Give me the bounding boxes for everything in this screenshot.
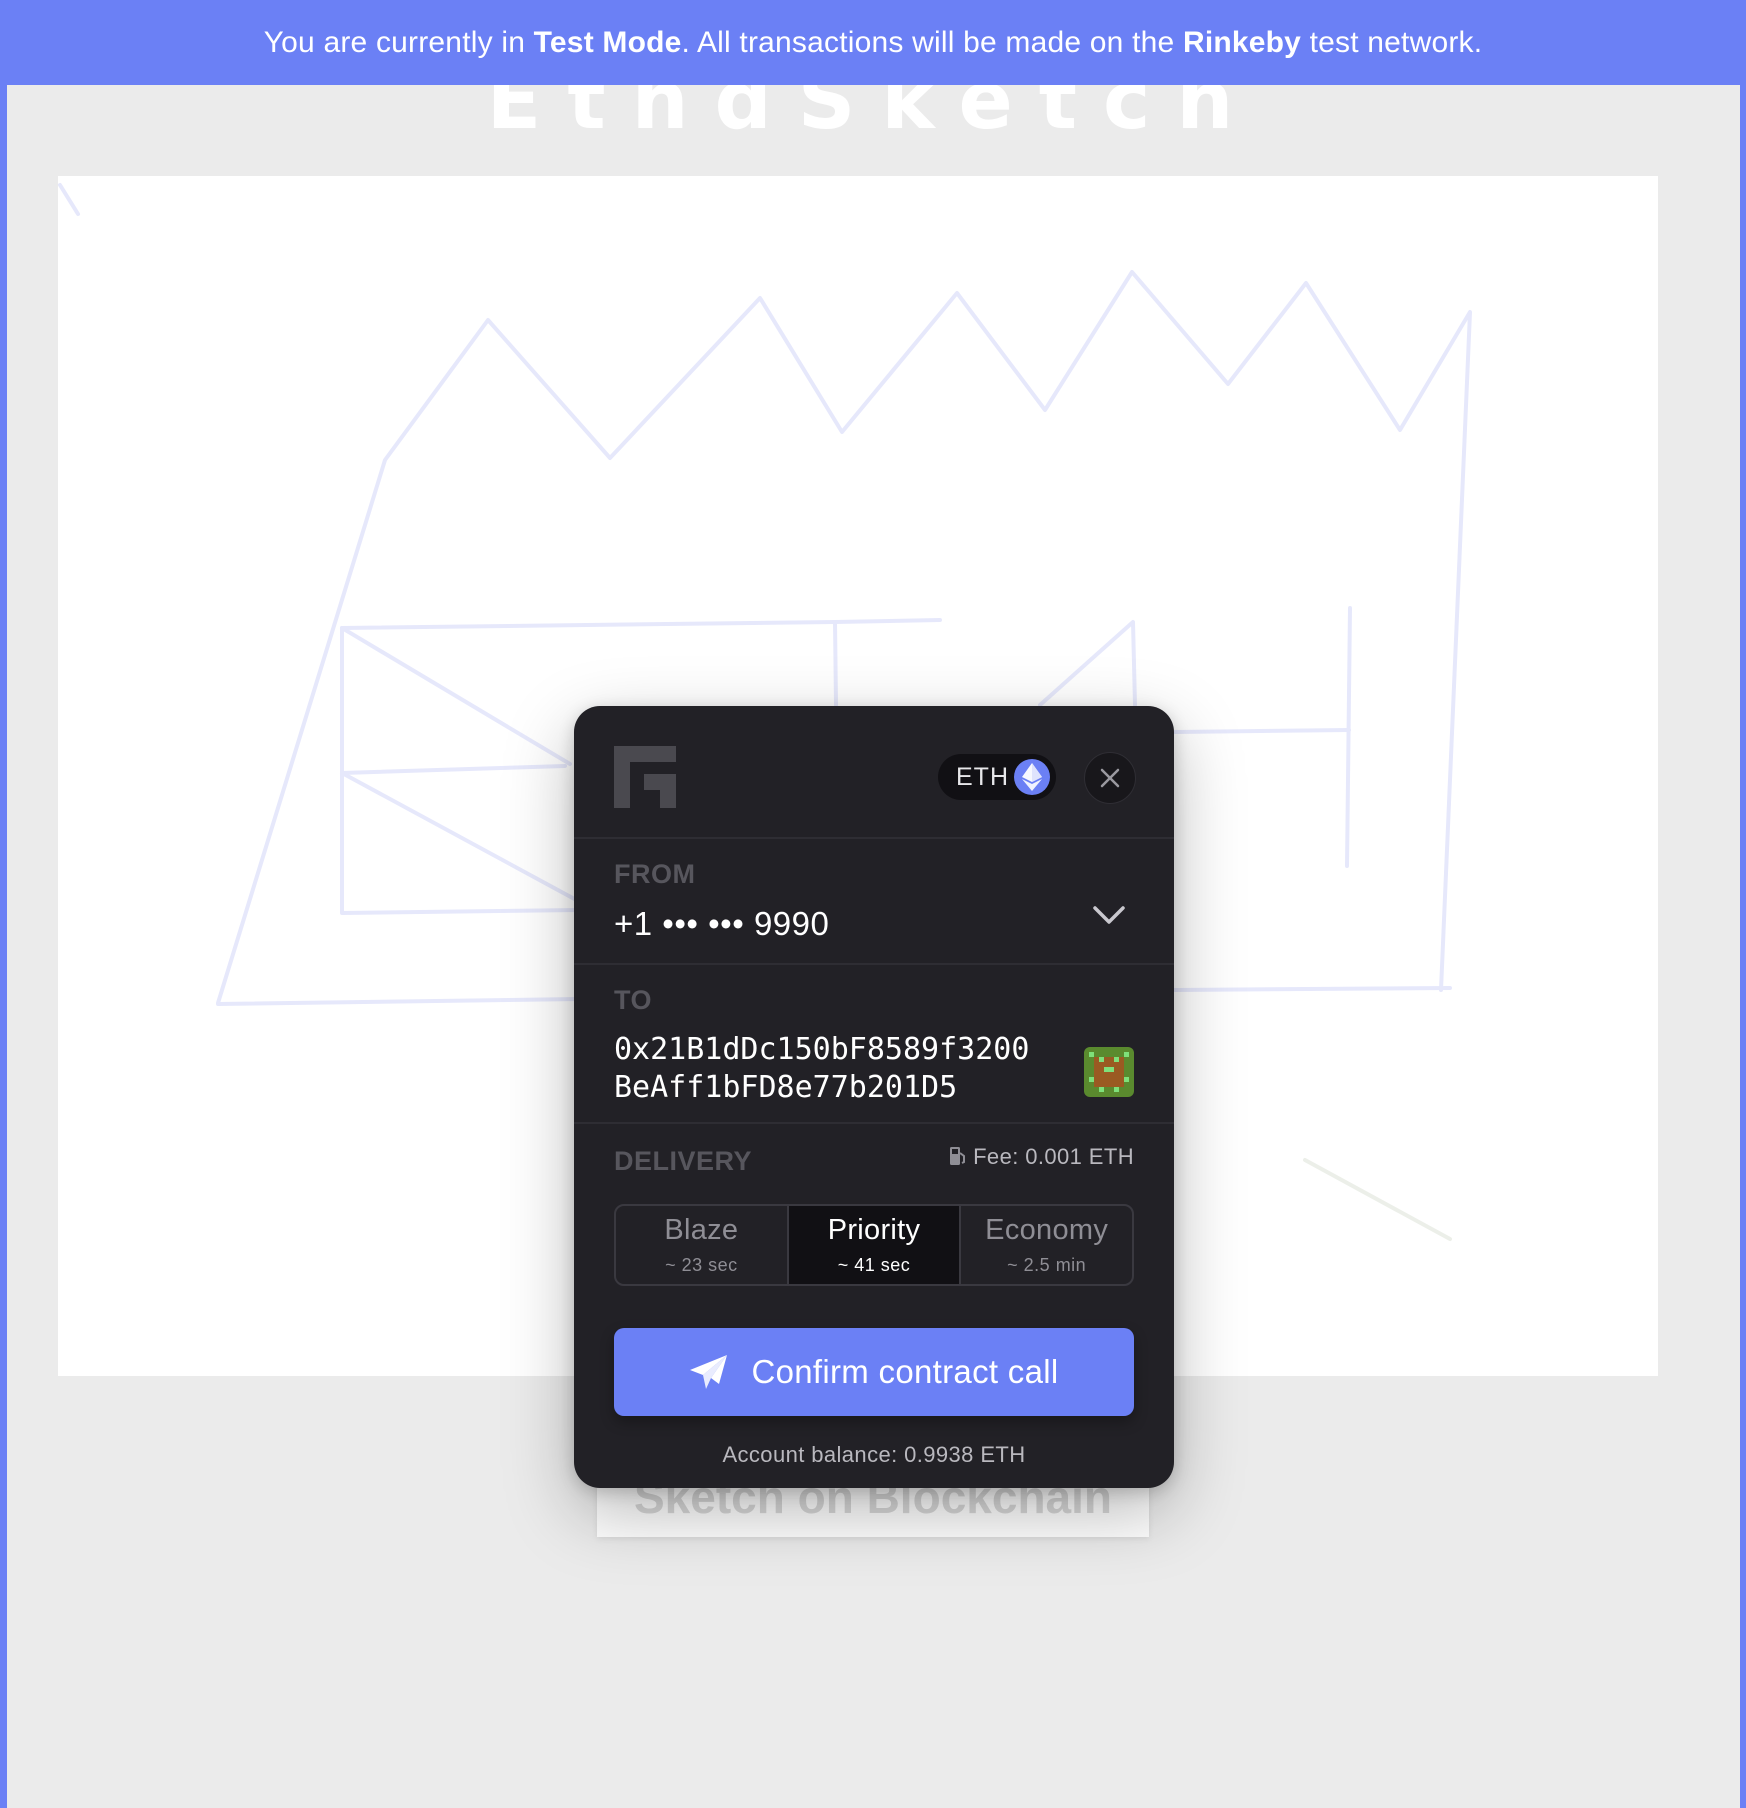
to-address: 0x21B1dDc150bF8589f3200BeAff1bFD8e77b201… <box>614 1032 1030 1105</box>
speed-option-time: ~ 23 sec <box>665 1255 738 1275</box>
speed-option-name: Blaze <box>664 1214 739 1246</box>
ethereum-icon <box>1014 759 1050 795</box>
banner-network: Rinkeby <box>1182 25 1302 59</box>
close-icon <box>1100 768 1120 788</box>
banner-mode: Test Mode <box>533 25 682 59</box>
speed-option-name: Economy <box>985 1214 1109 1246</box>
modal-header: ETH <box>574 706 1174 839</box>
chevron-down-icon[interactable] <box>1092 903 1126 927</box>
wallet-logo-icon <box>614 746 676 808</box>
speed-option-time: ~ 2.5 min <box>1007 1255 1087 1275</box>
address-identicon-icon <box>1084 1047 1134 1097</box>
delivery-speed-selector: Blaze ~ 23 sec Priority ~ 41 sec Economy… <box>614 1204 1134 1286</box>
banner-text-suffix: test network. <box>1301 25 1483 59</box>
close-button[interactable] <box>1084 752 1136 804</box>
delivery-label: DELIVERY <box>614 1146 753 1176</box>
to-section: TO 0x21B1dDc150bF8589f3200BeAff1bFD8e77b… <box>574 965 1174 1124</box>
speed-option-economy[interactable]: Economy ~ 2.5 min <box>961 1206 1132 1284</box>
from-section[interactable]: FROM +1 ••• ••• 9990 <box>574 839 1174 965</box>
confirm-contract-call-button[interactable]: Confirm contract call <box>614 1328 1134 1416</box>
account-balance: Account balance: 0.9938 ETH <box>722 1442 1026 1467</box>
speed-option-priority[interactable]: Priority ~ 41 sec <box>788 1206 962 1284</box>
token-selector[interactable]: ETH <box>938 754 1056 800</box>
from-label: FROM <box>614 859 696 889</box>
banner-text-middle: . All transactions will be made on the <box>681 25 1183 59</box>
test-mode-banner: You are currently in Test Mode. All tran… <box>0 0 1746 85</box>
fee-value: Fee: 0.001 ETH <box>973 1144 1134 1169</box>
speed-option-name: Priority <box>827 1214 921 1246</box>
confirm-button-label: Confirm contract call <box>751 1353 1059 1390</box>
to-label: TO <box>614 985 653 1015</box>
banner-text-prefix: You are currently in <box>263 25 534 59</box>
delivery-section: DELIVERY Fee: 0.001 ETH Blaze ~ 23 sec P… <box>574 1124 1174 1488</box>
speed-option-blaze[interactable]: Blaze ~ 23 sec <box>616 1206 789 1284</box>
speed-option-time: ~ 41 sec <box>837 1255 911 1275</box>
wallet-confirm-modal: ETH FROM +1 ••• ••• 9990 TO 0x21B1dDc150… <box>574 706 1174 1488</box>
gas-pump-icon <box>950 1147 966 1165</box>
paper-plane-icon <box>690 1355 728 1389</box>
fee-text: Fee: 0.001 ETH <box>944 1144 1134 1170</box>
from-account: +1 ••• ••• 9990 <box>614 905 830 942</box>
token-label: ETH <box>956 762 1009 791</box>
